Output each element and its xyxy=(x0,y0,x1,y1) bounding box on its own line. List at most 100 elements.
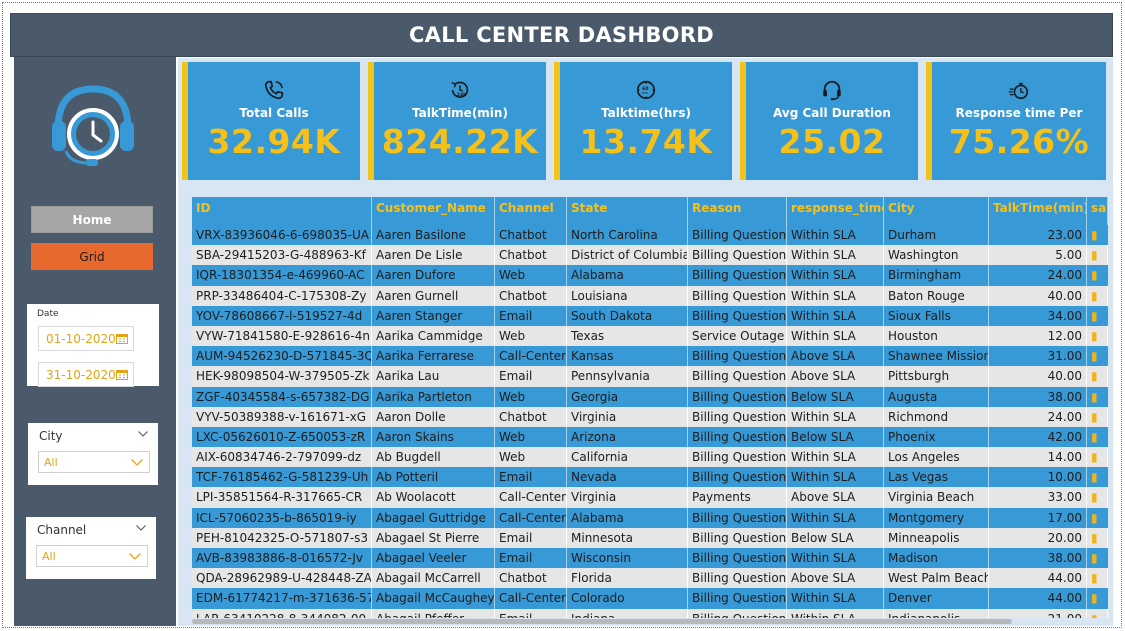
table-cell: Aaren De Lisle xyxy=(372,245,495,266)
table-cell: Within SLA xyxy=(787,285,884,306)
table-cell: 40.00 xyxy=(989,285,1087,306)
table-row[interactable]: HEK-98098504-W-379505-Zk Aarika Lau Email P… xyxy=(192,366,1108,387)
column-header-customer-name[interactable]: Customer_Name xyxy=(372,197,495,225)
table-cell: West Palm Beach xyxy=(884,568,989,589)
city-slicer: City All xyxy=(28,423,158,485)
chevron-down-icon[interactable] xyxy=(136,525,146,531)
table-cell: Washington xyxy=(884,245,989,266)
table-cell: 5.00 xyxy=(989,245,1087,266)
date-to-value: 31-10-2020 xyxy=(46,367,116,382)
table-cell: Florida xyxy=(567,568,688,589)
table-row[interactable]: VYW-71841580-E-928616-4n Aarika Cammidge W… xyxy=(192,325,1108,347)
table-cell: Chatbot xyxy=(495,406,567,427)
table-cell: 21.00 xyxy=(989,608,1087,618)
table-cell: Within SLA xyxy=(787,447,884,468)
date-from-field[interactable]: 01-10-2020 xyxy=(38,326,134,351)
table-row[interactable]: VRX-83936046-6-698035-UA Aaren Basilone Ch… xyxy=(192,225,1108,246)
channel-dropdown[interactable]: All xyxy=(36,545,148,567)
table-cell: Las Vegas xyxy=(884,467,989,488)
table-cell: California xyxy=(567,447,688,468)
table-cell: Abagael Guttridge xyxy=(372,507,495,528)
table-row[interactable]: QDA-28962989-U-428448-ZA Abagail McCarrel… xyxy=(192,568,1108,589)
table-cell: Email xyxy=(495,305,567,326)
city-dropdown[interactable]: All xyxy=(38,451,150,473)
table-cell: Chatbot xyxy=(495,568,567,589)
table-cell: Durham xyxy=(884,225,989,246)
table-row[interactable]: SBA-29415203-G-488963-Kf Aaren De Lisle Ch… xyxy=(192,245,1108,266)
table-cell: Augusta xyxy=(884,386,989,407)
table-cell: Within SLA xyxy=(787,467,884,488)
table-cell: Call-Center xyxy=(495,507,567,528)
table-cell: Within SLA xyxy=(787,305,884,326)
table-cell: Call-Center xyxy=(495,346,567,367)
table-cell: Sioux Falls xyxy=(884,305,989,326)
table-header-row: ID Customer_Name Channel State Reason re… xyxy=(192,197,1108,225)
table-cell: Abagael St Pierre xyxy=(372,527,495,548)
table-cell: Abagael Veeler xyxy=(372,548,495,569)
thumb-icon: ▮ xyxy=(1087,447,1108,468)
table-row[interactable]: EDM-61774217-m-371636-57 Abagail McCaughe… xyxy=(192,588,1108,609)
thumb-icon: ▮ xyxy=(1087,406,1108,427)
table-cell: 20.00 xyxy=(989,527,1087,548)
table-row[interactable]: LXC-05626010-Z-650053-zR Aaron Skains Web A… xyxy=(192,426,1108,448)
table-body: VRX-83936046-6-698035-UA Aaren Basilone Ch… xyxy=(192,225,1108,618)
table-cell: Billing Question xyxy=(688,426,787,448)
table-cell: LPI-35851564-R-317665-CR xyxy=(192,487,372,508)
table-row[interactable]: PEH-81042325-O-571807-s3 Abagael St Pierr… xyxy=(192,527,1108,548)
table-cell: Virginia Beach xyxy=(884,487,989,508)
table-cell: Billing Question xyxy=(688,305,787,326)
thumb-icon: ▮ xyxy=(1091,389,1098,404)
table-row[interactable]: AVB-83983886-8-016572-Jv Abagael Veeler Em… xyxy=(192,548,1108,569)
column-header-channel[interactable]: Channel xyxy=(495,197,567,225)
table-cell: Above SLA xyxy=(787,487,884,508)
thumb-icon: ▮ xyxy=(1091,551,1098,565)
table-row[interactable]: TCF-76185462-G-581239-Uh Ab Potteril Email… xyxy=(192,467,1108,488)
table-cell: Web xyxy=(495,447,567,468)
table-row[interactable]: AUM-94526230-D-571845-3Q Aarika Ferrarese… xyxy=(192,346,1108,367)
grid-button-label: Grid xyxy=(79,249,105,264)
kpi-label: Total Calls xyxy=(239,106,309,120)
column-header-response-time[interactable]: response_time xyxy=(787,197,884,225)
calendar-icon[interactable] xyxy=(116,333,128,344)
date-slicer-title: Date xyxy=(37,309,59,319)
table-row[interactable]: ICL-57060235-b-865019-iy Abagael Guttridg… xyxy=(192,507,1108,528)
calendar-icon[interactable] xyxy=(116,369,128,380)
table-cell: Ab Potteril xyxy=(372,467,495,488)
table-cell: Within SLA xyxy=(787,265,884,286)
table-cell: Baton Rouge xyxy=(884,285,989,306)
table-row[interactable]: ZGF-40345584-s-657382-DG Aarika Partleton… xyxy=(192,386,1108,407)
table-cell: Within SLA xyxy=(787,245,884,266)
table-cell: Billing Question xyxy=(688,527,787,548)
table-cell: 14.00 xyxy=(989,447,1087,468)
table-cell: AIX-60834746-2-797099-dz xyxy=(192,447,372,468)
table-cell: Aaren Stanger xyxy=(372,305,495,326)
table-cell: Within SLA xyxy=(787,608,884,618)
chevron-down-icon[interactable] xyxy=(138,431,148,437)
column-header-id[interactable]: ID xyxy=(192,197,372,225)
table-row[interactable]: LPI-35851564-R-317665-CR Ab Woolacott Call… xyxy=(192,487,1108,508)
table-cell: VYW-71841580-E-928616-4n xyxy=(192,325,372,347)
grid-button[interactable]: Grid xyxy=(31,243,153,270)
table-row[interactable]: IQR-18301354-e-469960-AC Aaren Dufore Web A… xyxy=(192,265,1108,286)
table-row[interactable]: PRP-33486404-C-175308-Zy Aaren Gurnell Cha… xyxy=(192,285,1108,306)
column-header-sa[interactable]: sa xyxy=(1087,197,1108,225)
table-row[interactable]: YOV-78608667-l-519527-4d Aaren Stanger Ema… xyxy=(192,305,1108,326)
column-header-city[interactable]: City xyxy=(884,197,989,225)
column-header-talktime-min[interactable]: TalkTime(min) xyxy=(989,197,1087,225)
table-row[interactable]: AIX-60834746-2-797099-dz Ab Bugdell Web Cal… xyxy=(192,447,1108,468)
table-cell: Call-Center xyxy=(495,588,567,609)
table-cell: Within SLA xyxy=(787,406,884,427)
column-header-state[interactable]: State xyxy=(567,197,688,225)
date-to-field[interactable]: 31-10-2020 xyxy=(38,362,134,387)
data-grid[interactable]: ID Customer_Name Channel State Reason re… xyxy=(192,197,1108,618)
table-row[interactable]: LAR-63410228-8-344082-00Abagail PfefferE… xyxy=(192,608,1108,618)
table-cell: Billing Question xyxy=(688,588,787,609)
home-button[interactable]: Home xyxy=(31,206,153,233)
table-cell: Los Angeles xyxy=(884,447,989,468)
column-header-reason[interactable]: Reason xyxy=(688,197,787,225)
table-cell: Above SLA xyxy=(787,568,884,589)
horizontal-scrollbar[interactable] xyxy=(192,619,1012,624)
table-row[interactable]: VYV-50389388-v-161671-xG Aaron Dolle Chatb… xyxy=(192,406,1108,427)
table-cell: LXC-05626010-Z-650053-zR xyxy=(192,426,372,448)
table-cell: Alabama xyxy=(567,507,688,528)
